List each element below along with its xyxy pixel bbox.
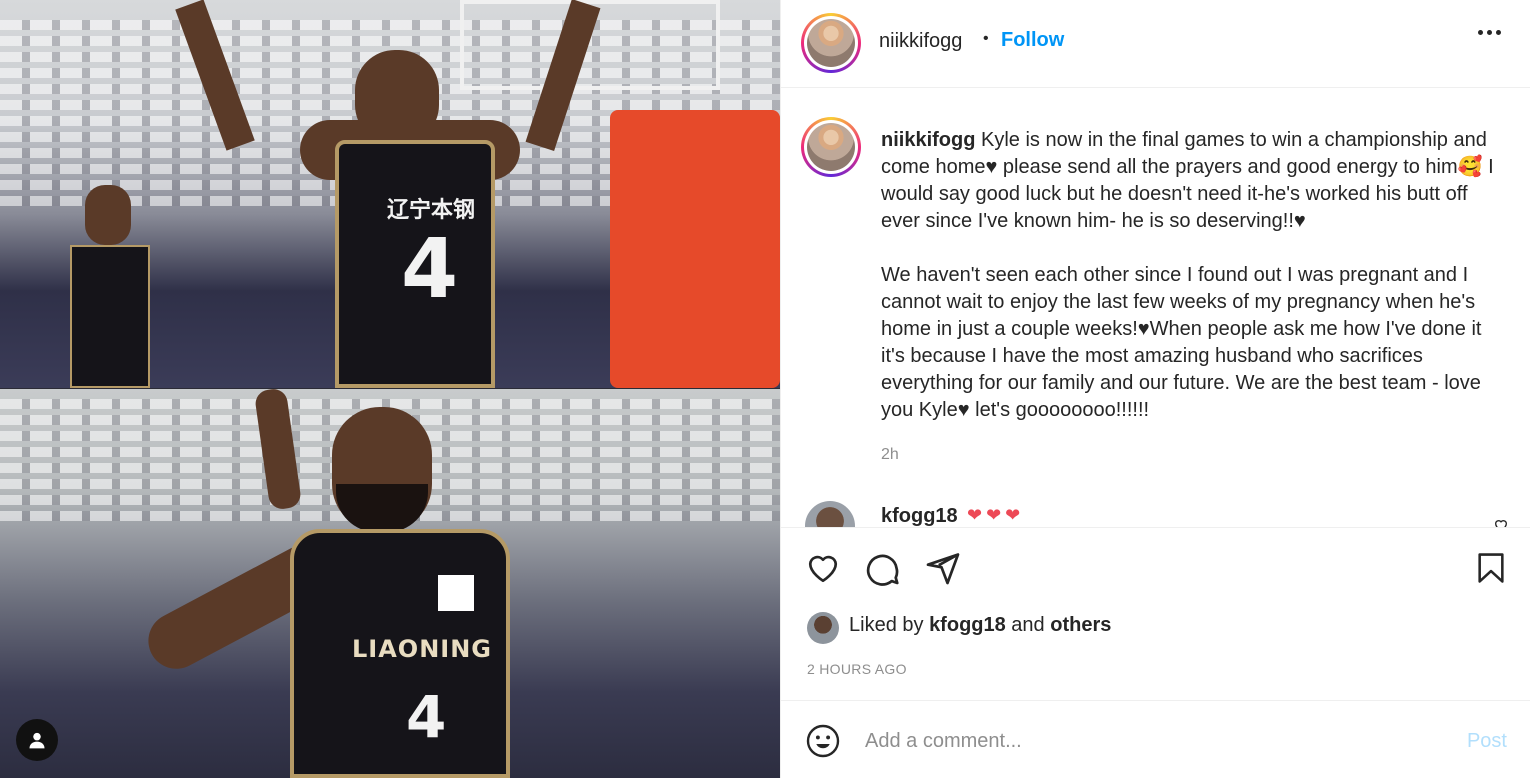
post-actions: Liked by kfogg18 and others 2 HOURS AGO [781,527,1530,699]
liked-by-avatar[interactable] [807,612,839,644]
player-jersey-front: LIAONING 4 [290,529,510,778]
liked-by-prefix: Liked by [849,614,930,636]
caption-text: Kyle is now in the final games to win a … [881,129,1494,421]
post-side-panel: niikkifogg • Follow niikkifogg Kyle is n… [780,0,1530,778]
post-button[interactable]: Post [1467,730,1507,753]
add-comment-bar: Post [781,700,1530,778]
liked-by-and: and [1005,614,1051,636]
photo-top: 辽宁本钢 4 [0,0,780,388]
comment-input[interactable] [865,719,1425,763]
user-tag-button[interactable] [16,719,58,761]
bookmark-icon[interactable] [1473,550,1509,586]
jersey-text: 辽宁本钢 [387,198,476,223]
background-player-jersey [70,245,150,388]
liked-by-user[interactable]: kfogg18 [929,614,1006,636]
follow-button[interactable]: Follow [1001,29,1064,52]
post-header: niikkifogg • Follow [781,0,1530,88]
post-media[interactable]: 辽宁本钢 4 LIAONING 4 [0,0,780,778]
sponsor-patch [438,575,474,611]
more-options-icon[interactable] [1478,30,1501,35]
background-player-head [85,185,131,245]
author-username[interactable]: niikkifogg [879,30,962,53]
jersey-number: 4 [406,683,447,751]
reply-text: ❤❤❤ [967,505,1025,525]
player-jersey-back: 辽宁本钢 4 [335,140,495,388]
heart-icon[interactable] [805,550,841,586]
post-timestamp[interactable]: 2 HOURS AGO [807,661,907,677]
comment-like-icon[interactable] [1493,517,1509,527]
emoji-icon[interactable] [805,723,841,759]
reply-username[interactable]: kfogg18 [881,505,958,527]
caption: niikkifogg Kyle is now in the final game… [881,127,1501,424]
reply-avatar[interactable] [805,501,855,527]
person-icon [29,732,45,749]
jersey-team-name: LIAONING [352,635,492,663]
stanchion-pad [610,110,780,388]
author-avatar[interactable] [801,13,861,73]
caption-username[interactable]: niikkifogg [881,129,975,151]
liked-by-others[interactable]: others [1050,614,1111,636]
caption-time[interactable]: 2h [881,446,899,464]
comment-icon[interactable] [865,550,901,586]
photo-bottom: LIAONING 4 [0,389,780,778]
liked-by: Liked by kfogg18 and others [849,614,1111,637]
comments-section[interactable]: niikkifogg Kyle is now in the final game… [781,89,1530,527]
share-icon[interactable] [925,550,961,586]
jersey-number: 4 [401,222,459,317]
caption-avatar[interactable] [801,117,861,177]
header-separator: • [983,30,989,47]
